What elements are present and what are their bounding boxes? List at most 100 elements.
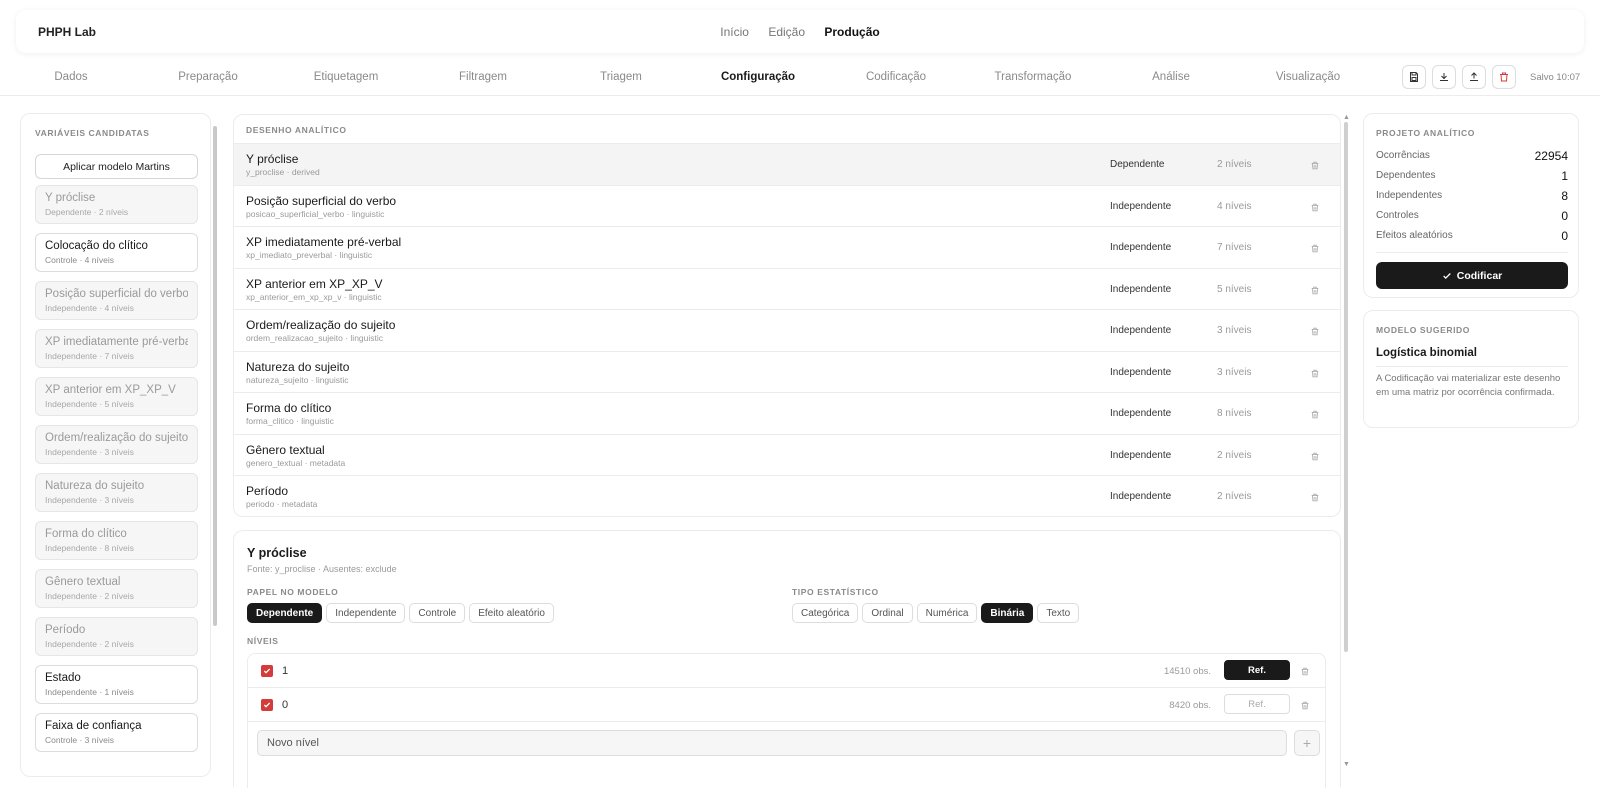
trash-icon[interactable] <box>1300 666 1310 677</box>
levels-label: NÍVEIS <box>247 636 279 646</box>
candidate-item[interactable]: XP imediatamente pré-verbal Independente … <box>35 329 198 368</box>
candidate-item[interactable]: Natureza do sujeito Independente · 3 níve… <box>35 473 198 512</box>
new-level-input[interactable] <box>257 730 1287 756</box>
candidate-item[interactable]: Posição superficial do verbo Independente… <box>35 281 198 320</box>
variable-code: xp_anterior_em_xp_xp_v · linguistic <box>246 291 382 302</box>
trash-icon[interactable] <box>1310 409 1320 420</box>
role-chip[interactable]: Efeito aleatório <box>469 603 554 623</box>
topnav-inicio[interactable]: Início <box>720 25 749 39</box>
candidate-item[interactable]: Período Independente · 2 níveis <box>35 617 198 656</box>
project-panel: PROJETO ANALÍTICO Ocorrências 22954 Depend… <box>1363 113 1579 298</box>
design-row[interactable]: XP imediatamente pré-verbal xp_imediato_p… <box>234 226 1340 268</box>
stat-label: Ocorrências <box>1376 150 1430 161</box>
candidate-item[interactable]: Y próclise Dependente · 2 níveis <box>35 185 198 224</box>
trash-icon[interactable] <box>1310 492 1320 503</box>
remove-variable-button[interactable] <box>1310 200 1320 218</box>
design-row[interactable]: Y próclise y_proclise · derived Dependente… <box>234 143 1340 185</box>
tab-visualizacao[interactable]: Visualização <box>1276 71 1340 83</box>
trash-icon[interactable] <box>1310 160 1320 171</box>
design-row[interactable]: Ordem/realização do sujeito ordem_realiza… <box>234 309 1340 351</box>
main-scrollbar[interactable] <box>1344 122 1348 652</box>
topnav-edicao[interactable]: Edição <box>768 25 805 39</box>
remove-variable-button[interactable] <box>1310 490 1320 508</box>
tab-codificacao[interactable]: Codificação <box>866 71 926 83</box>
remove-variable-button[interactable] <box>1310 158 1320 176</box>
tab-dados[interactable]: Dados <box>54 71 87 83</box>
variable-levels: 2 níveis <box>1217 491 1252 502</box>
remove-variable-button[interactable] <box>1310 241 1320 259</box>
download-button[interactable] <box>1432 65 1456 89</box>
trash-icon[interactable] <box>1310 368 1320 379</box>
type-chip[interactable]: Binária <box>981 603 1034 623</box>
type-chip[interactable]: Ordinal <box>862 603 913 623</box>
design-row[interactable]: Posição superficial do verbo posicao_supe… <box>234 184 1340 227</box>
tab-configuracao[interactable]: Configuração <box>721 71 795 83</box>
trash-icon[interactable] <box>1300 700 1310 711</box>
candidate-meta: Independente · 3 níveis <box>45 447 134 457</box>
candidates-scrollbar[interactable] <box>213 126 217 626</box>
topnav-producao[interactable]: Produção <box>824 25 879 39</box>
add-level-button[interactable]: + <box>1294 730 1320 756</box>
remove-variable-button[interactable] <box>1310 324 1320 342</box>
type-chips: Categórica Ordinal Numérica Binária Texto <box>792 603 1080 623</box>
scroll-up-icon[interactable]: ▲ <box>1343 114 1350 121</box>
level-checkbox[interactable] <box>261 665 273 677</box>
role-chip[interactable]: Independente <box>326 603 406 623</box>
candidate-item[interactable]: Forma do clítico Independente · 8 níveis <box>35 521 198 560</box>
tab-analise[interactable]: Análise <box>1152 71 1190 83</box>
scroll-down-icon[interactable]: ▼ <box>1343 761 1350 768</box>
candidate-meta: Independente · 2 níveis <box>45 591 134 601</box>
candidate-item[interactable]: Estado Independente · 1 níveis <box>35 665 198 704</box>
remove-variable-button[interactable] <box>1310 407 1320 425</box>
trash-icon[interactable] <box>1310 326 1320 337</box>
upload-icon <box>1470 72 1478 81</box>
reference-button[interactable]: Ref. <box>1224 660 1290 680</box>
type-chip[interactable]: Categórica <box>792 603 859 623</box>
candidate-name: Gênero textual <box>45 576 121 588</box>
candidate-item[interactable]: Colocação do clítico Controle · 4 níveis <box>35 233 198 272</box>
design-row[interactable]: Forma do clítico forma_clitico · linguist… <box>234 392 1340 434</box>
reference-button[interactable]: Ref. <box>1224 694 1290 714</box>
divider <box>1376 366 1568 367</box>
variable-role: Dependente <box>1110 159 1165 170</box>
trash-icon[interactable] <box>1310 243 1320 254</box>
candidate-item[interactable]: Ordem/realização do sujeito Independente … <box>35 425 198 464</box>
role-chip[interactable]: Dependente <box>247 603 323 623</box>
tab-filtragem[interactable]: Filtragem <box>459 71 507 83</box>
candidate-name: Y próclise <box>45 192 96 204</box>
design-row[interactable]: Período periodo · metadata Independente 2 n… <box>234 475 1340 516</box>
remove-level-button[interactable] <box>1300 698 1310 716</box>
trash-icon[interactable] <box>1310 451 1320 462</box>
check-icon <box>1442 272 1451 279</box>
role-chip[interactable]: Controle <box>409 603 466 623</box>
design-row[interactable]: Gênero textual genero_textual · metadata I… <box>234 433 1340 476</box>
delete-project-button[interactable] <box>1492 65 1516 89</box>
save-button[interactable] <box>1402 65 1426 89</box>
trash-icon[interactable] <box>1310 202 1320 213</box>
tab-transformacao[interactable]: Transformação <box>995 71 1072 83</box>
trash-icon[interactable] <box>1310 285 1320 296</box>
tab-triagem[interactable]: Triagem <box>600 71 642 83</box>
design-row[interactable]: Natureza do sujeito natureza_sujeito · li… <box>234 350 1340 393</box>
design-row[interactable]: XP anterior em XP_XP_V xp_anterior_em_xp_… <box>234 267 1340 310</box>
detail-title: Y próclise <box>247 546 307 560</box>
codify-button[interactable]: Codificar <box>1376 262 1568 289</box>
candidate-item[interactable]: Gênero textual Independente · 2 níveis <box>35 569 198 608</box>
remove-variable-button[interactable] <box>1310 449 1320 467</box>
remove-variable-button[interactable] <box>1310 366 1320 384</box>
type-chip[interactable]: Texto <box>1037 603 1080 623</box>
candidate-item[interactable]: Faixa de confiança Controle · 3 níveis <box>35 713 198 752</box>
candidate-item[interactable]: XP anterior em XP_XP_V Independente · 5 n… <box>35 377 198 416</box>
type-chip[interactable]: Numérica <box>916 603 978 623</box>
candidate-meta: Independente · 4 níveis <box>45 303 134 313</box>
variable-name: Ordem/realização do sujeito <box>246 318 396 332</box>
level-checkbox[interactable] <box>261 699 273 711</box>
tab-preparacao[interactable]: Preparação <box>178 71 237 83</box>
variable-code: forma_clitico · linguistic <box>246 416 334 426</box>
tab-etiquetagem[interactable]: Etiquetagem <box>314 71 379 83</box>
variable-code: xp_imediato_preverbal · linguistic <box>246 250 373 260</box>
upload-button[interactable] <box>1462 65 1486 89</box>
apply-model-button[interactable]: Aplicar modelo Martins <box>35 154 198 179</box>
remove-level-button[interactable] <box>1300 664 1310 682</box>
remove-variable-button[interactable] <box>1310 283 1320 301</box>
